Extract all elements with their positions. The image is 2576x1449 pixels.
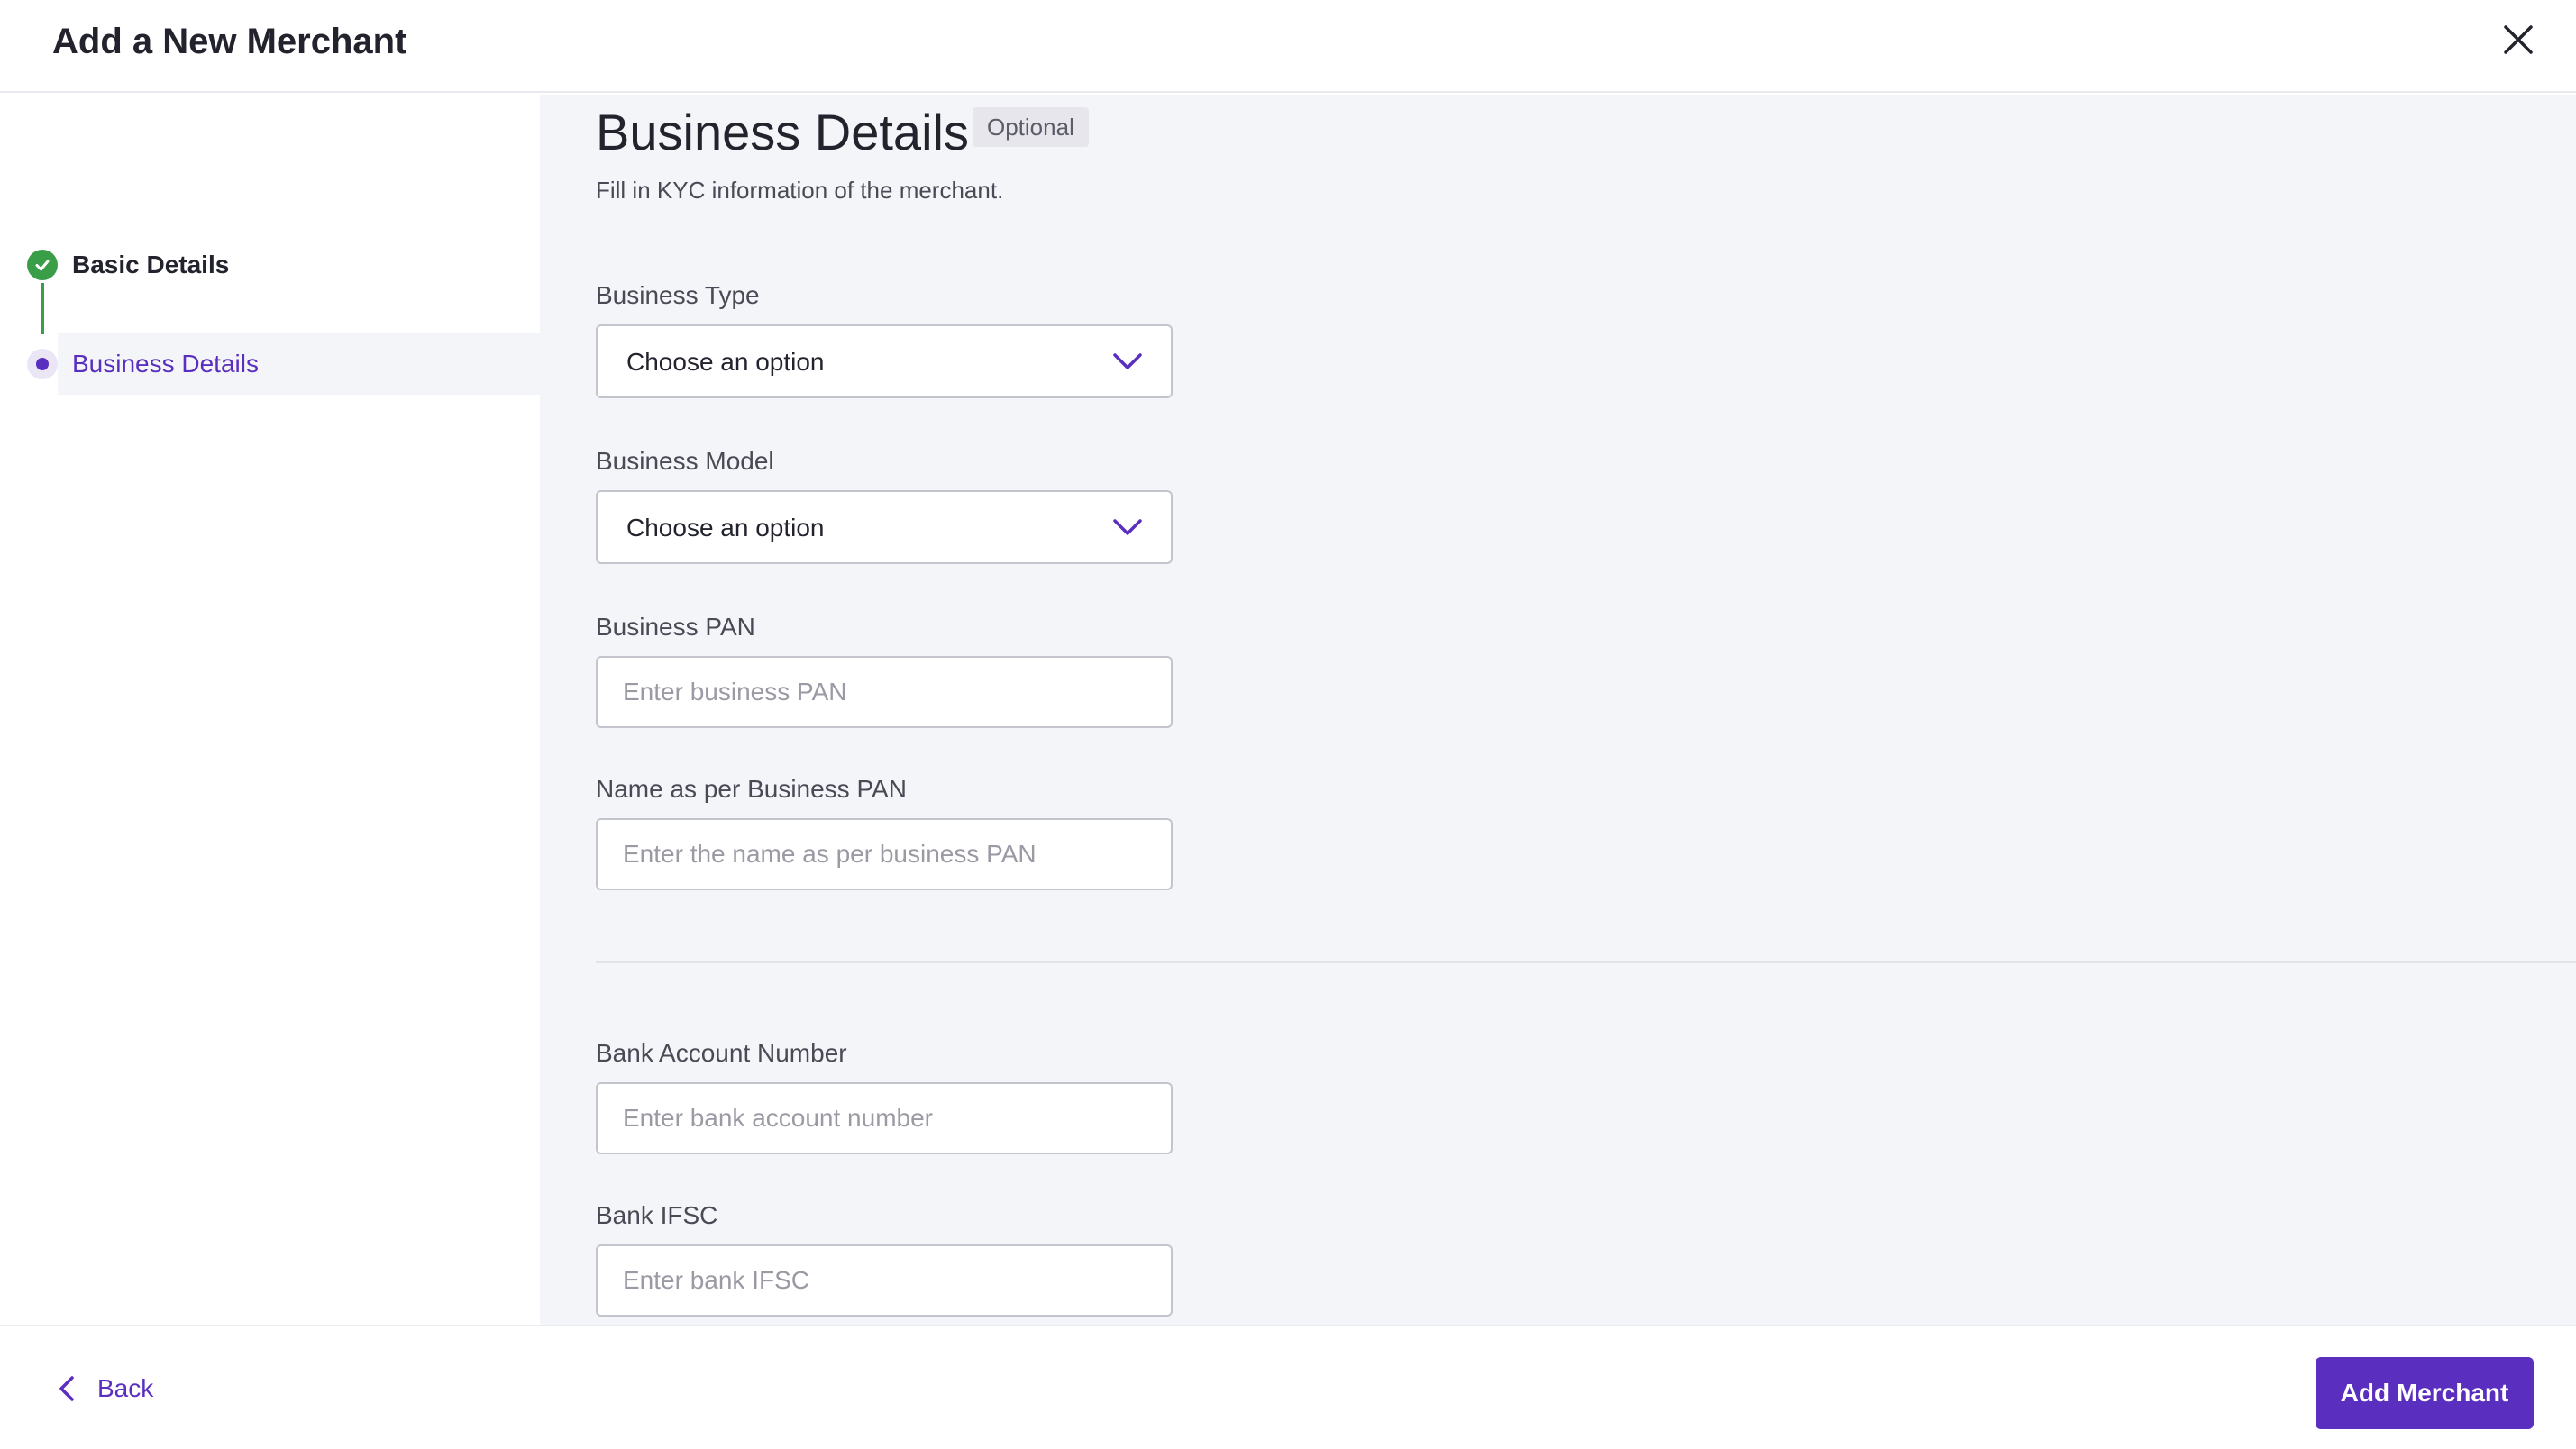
- page-title: Add a New Merchant: [52, 22, 407, 61]
- check-icon: [27, 250, 58, 280]
- business-pan-input[interactable]: [596, 656, 1173, 728]
- close-button[interactable]: [2498, 20, 2538, 59]
- back-button[interactable]: Back: [52, 1370, 153, 1408]
- bank-ifsc-input[interactable]: [596, 1244, 1173, 1317]
- business-type-value: Choose an option: [626, 348, 825, 376]
- section-description: Fill in KYC information of the merchant.: [596, 177, 1004, 204]
- bank-account-number-input[interactable]: [596, 1082, 1173, 1154]
- step-connector: [41, 283, 44, 334]
- bank-ifsc-label: Bank IFSC: [596, 1201, 718, 1229]
- business-model-label: Business Model: [596, 447, 774, 475]
- business-pan-label: Business PAN: [596, 613, 755, 641]
- name-as-per-pan-label: Name as per Business PAN: [596, 775, 907, 803]
- modal-footer: Back Add Merchant: [0, 1325, 2576, 1449]
- step-label-business-details: Business Details: [72, 350, 259, 378]
- form-panel: Business Details Optional Fill in KYC in…: [540, 95, 2576, 1325]
- chevron-down-icon: [1113, 353, 1142, 369]
- close-icon: [2504, 25, 2533, 54]
- section-divider: [596, 961, 2576, 963]
- stepper-sidebar: Basic Details Business Details: [0, 95, 540, 1325]
- step-basic-details[interactable]: Basic Details: [0, 234, 540, 296]
- chevron-down-icon: [1113, 519, 1142, 535]
- business-model-select[interactable]: Choose an option: [596, 490, 1173, 564]
- step-label-basic-details: Basic Details: [72, 251, 230, 278]
- section-title: Business Details: [596, 104, 969, 160]
- bank-account-number-label: Bank Account Number: [596, 1039, 847, 1067]
- business-model-value: Choose an option: [626, 514, 825, 542]
- step-business-details[interactable]: Business Details: [0, 333, 540, 395]
- back-label: Back: [97, 1374, 154, 1402]
- optional-badge: Optional: [973, 107, 1089, 147]
- modal-header: Add a New Merchant: [0, 0, 2576, 93]
- business-type-select[interactable]: Choose an option: [596, 324, 1173, 398]
- name-as-per-pan-input[interactable]: [596, 818, 1173, 890]
- business-type-label: Business Type: [596, 281, 760, 309]
- dot-icon: [27, 349, 58, 379]
- chevron-left-icon: [59, 1376, 74, 1401]
- add-merchant-button[interactable]: Add Merchant: [2316, 1357, 2534, 1429]
